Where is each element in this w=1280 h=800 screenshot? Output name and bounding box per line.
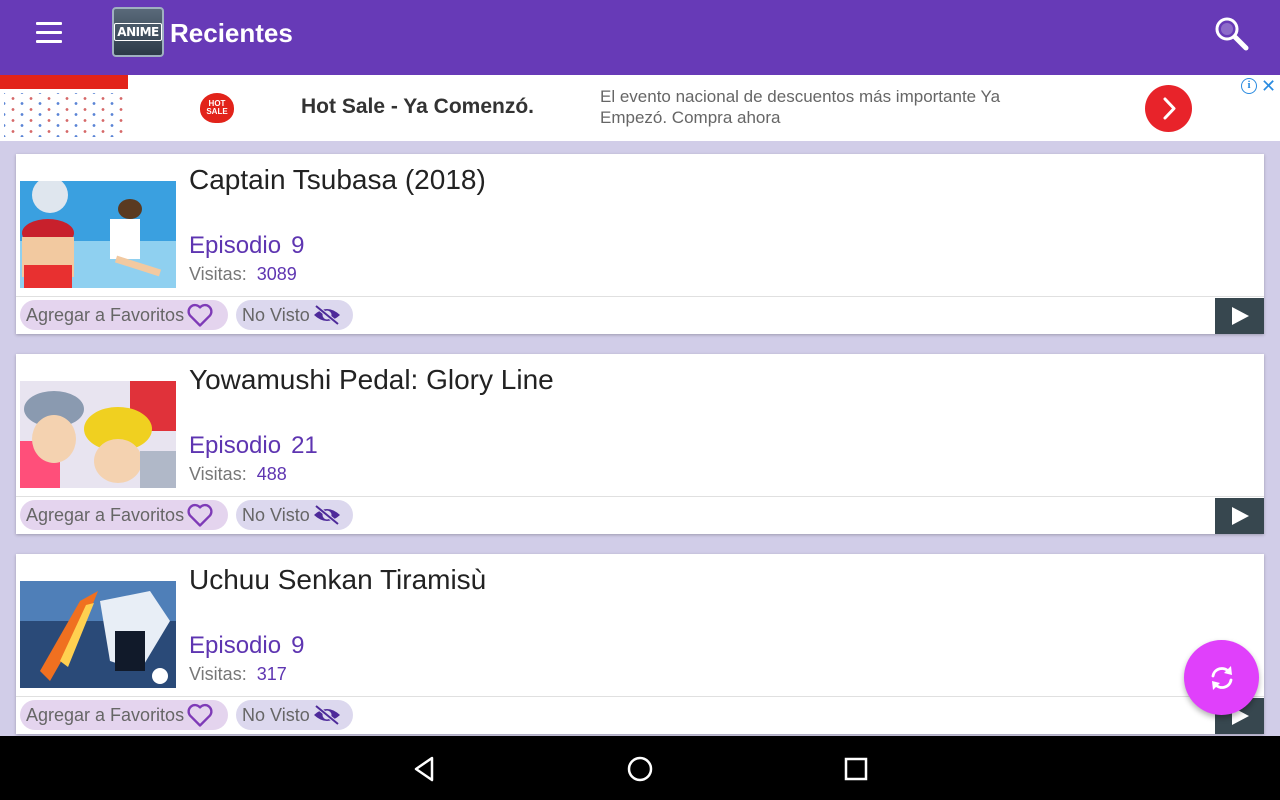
add-favorite-label: Agregar a Favoritos xyxy=(26,504,185,525)
visits-label-text: Visitas: xyxy=(189,264,247,284)
info-icon[interactable]: i xyxy=(1241,78,1257,94)
episode-thumbnail[interactable] xyxy=(20,381,176,488)
play-icon xyxy=(1231,507,1249,525)
heart-icon xyxy=(187,703,213,727)
ad-logo: HOT SALE xyxy=(200,93,234,123)
anime-title[interactable]: Captain Tsubasa (2018) xyxy=(189,164,486,196)
eye-off-icon xyxy=(313,304,340,326)
ad-headline[interactable]: Hot Sale - Ya Comenzó. xyxy=(301,95,534,119)
not-seen-button[interactable]: No Visto xyxy=(236,300,353,330)
episode-thumbnail[interactable] xyxy=(20,181,176,288)
not-seen-label: No Visto xyxy=(242,504,310,525)
visits-label-text: Visitas: xyxy=(189,464,247,484)
app-logo: ANIME xyxy=(112,7,164,57)
episode-label-text: Episodio xyxy=(189,232,282,259)
add-favorite-button[interactable]: Agregar a Favoritos xyxy=(20,500,228,530)
add-favorite-button[interactable]: Agregar a Favoritos xyxy=(20,300,228,330)
divider xyxy=(16,696,1264,697)
refresh-button[interactable] xyxy=(1184,640,1259,715)
episode-number: 9 xyxy=(291,232,305,259)
system-nav-bar xyxy=(0,736,1280,800)
anime-title[interactable]: Uchuu Senkan Tiramisù xyxy=(189,564,486,596)
visits-count: 317 xyxy=(256,664,287,684)
episode-label: Episodio 9 xyxy=(189,232,304,260)
menu-icon-bar xyxy=(36,40,62,43)
menu-button[interactable] xyxy=(36,22,62,44)
episode-label: Episodio 9 xyxy=(189,632,304,660)
episode-label: Episodio 21 xyxy=(189,432,318,460)
chevron-right-icon xyxy=(1163,97,1176,120)
not-seen-button[interactable]: No Visto xyxy=(236,700,353,730)
close-icon[interactable]: ✕ xyxy=(1261,76,1276,97)
heart-icon xyxy=(187,303,213,327)
app-logo-text: ANIME xyxy=(114,23,162,41)
not-seen-button[interactable]: No Visto xyxy=(236,500,353,530)
episode-label-text: Episodio xyxy=(189,432,282,459)
episode-card[interactable]: Captain Tsubasa (2018) Episodio 9 Visitas… xyxy=(16,154,1264,334)
not-seen-label: No Visto xyxy=(242,704,310,725)
play-button[interactable] xyxy=(1215,498,1264,534)
episode-number: 9 xyxy=(291,632,305,659)
episode-card[interactable]: Yowamushi Pedal: Glory Line Episodio 21 V… xyxy=(16,354,1264,534)
app-bar: ANIME Recientes xyxy=(0,0,1280,75)
visits-count: 488 xyxy=(256,464,287,484)
not-seen-label: No Visto xyxy=(242,304,310,325)
visits-label: Visitas: 488 xyxy=(189,464,287,485)
page-title: Recientes xyxy=(170,18,293,48)
recents-button[interactable] xyxy=(841,754,871,784)
home-button[interactable] xyxy=(625,754,655,784)
recents-icon xyxy=(844,757,868,781)
visits-label: Visitas: 3089 xyxy=(189,264,297,285)
divider xyxy=(16,296,1264,297)
episode-card[interactable]: Uchuu Senkan Tiramisù Episodio 9 Visitas:… xyxy=(16,554,1264,734)
visits-label-text: Visitas: xyxy=(189,664,247,684)
back-icon xyxy=(414,756,434,782)
add-favorite-button[interactable]: Agregar a Favoritos xyxy=(20,700,228,730)
search-button[interactable] xyxy=(1213,15,1249,51)
add-favorite-label: Agregar a Favoritos xyxy=(26,304,185,325)
episode-number: 21 xyxy=(291,432,318,459)
visits-count: 3089 xyxy=(256,264,297,284)
menu-icon xyxy=(36,22,62,25)
refresh-icon xyxy=(1211,665,1232,690)
home-icon xyxy=(627,756,653,782)
ad-cta-button[interactable] xyxy=(1145,85,1192,132)
eye-off-icon xyxy=(313,704,340,726)
back-button[interactable] xyxy=(410,754,440,784)
add-favorite-label: Agregar a Favoritos xyxy=(26,704,185,725)
visits-label: Visitas: 317 xyxy=(189,664,287,685)
search-icon xyxy=(1215,17,1249,51)
menu-icon-bar xyxy=(36,31,62,34)
play-icon xyxy=(1231,307,1249,325)
ad-image xyxy=(0,75,128,141)
play-button[interactable] xyxy=(1215,298,1264,334)
anime-title[interactable]: Yowamushi Pedal: Glory Line xyxy=(189,364,554,396)
ad-description: El evento nacional de descuentos más imp… xyxy=(600,87,1001,127)
episode-label-text: Episodio xyxy=(189,632,282,659)
episode-thumbnail[interactable] xyxy=(20,581,176,688)
heart-icon xyxy=(187,503,213,527)
eye-off-icon xyxy=(313,504,340,526)
divider xyxy=(16,496,1264,497)
ad-banner[interactable]: HOT SALE Hot Sale - Ya Comenzó. El event… xyxy=(0,75,1280,141)
